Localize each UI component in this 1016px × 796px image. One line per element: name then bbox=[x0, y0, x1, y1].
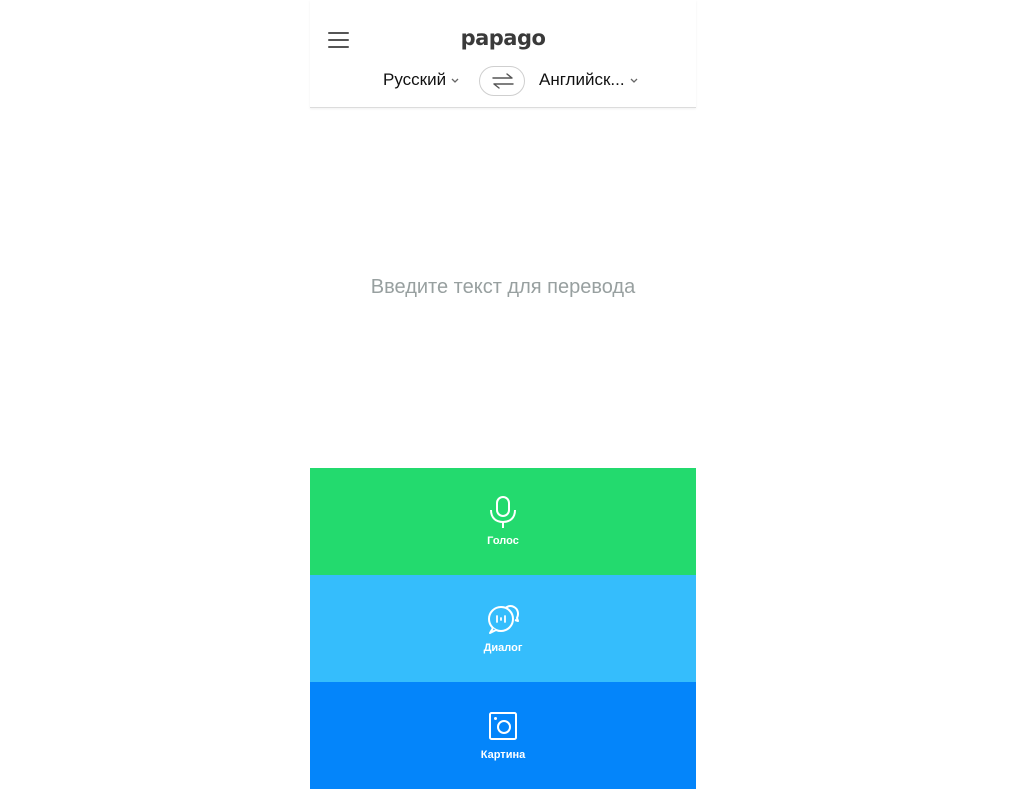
source-language-label: Русский bbox=[383, 70, 447, 89]
voice-mode-button[interactable]: Голос bbox=[310, 468, 696, 575]
camera-icon bbox=[489, 712, 517, 740]
image-mode-label: Картина bbox=[480, 749, 526, 761]
source-language-selector[interactable]: Русский bbox=[383, 70, 459, 94]
app-header: papago Русский Английск... bbox=[310, 0, 696, 108]
voice-mode-label: Голос bbox=[487, 535, 519, 547]
target-language-label: Английск... bbox=[539, 70, 625, 89]
input-placeholder: Введите текст для перевода bbox=[370, 276, 636, 298]
microphone-icon bbox=[490, 496, 516, 528]
chat-bubbles-icon bbox=[488, 604, 519, 634]
target-language-selector[interactable]: Английск... bbox=[539, 70, 638, 94]
app-logo: papago bbox=[460, 26, 546, 50]
dialog-mode-button[interactable]: Диалог bbox=[310, 575, 696, 682]
chevron-down-icon bbox=[630, 69, 638, 89]
swap-languages-button[interactable] bbox=[479, 66, 525, 96]
dialog-mode-label: Диалог bbox=[483, 642, 523, 654]
image-mode-button[interactable]: Картина bbox=[310, 682, 696, 789]
translation-input-area[interactable]: Введите текст для перевода bbox=[310, 108, 696, 468]
swap-arrows-icon bbox=[492, 73, 514, 89]
chevron-down-icon bbox=[451, 69, 459, 89]
papago-app: papago Русский Английск... Введите текст… bbox=[310, 0, 696, 796]
